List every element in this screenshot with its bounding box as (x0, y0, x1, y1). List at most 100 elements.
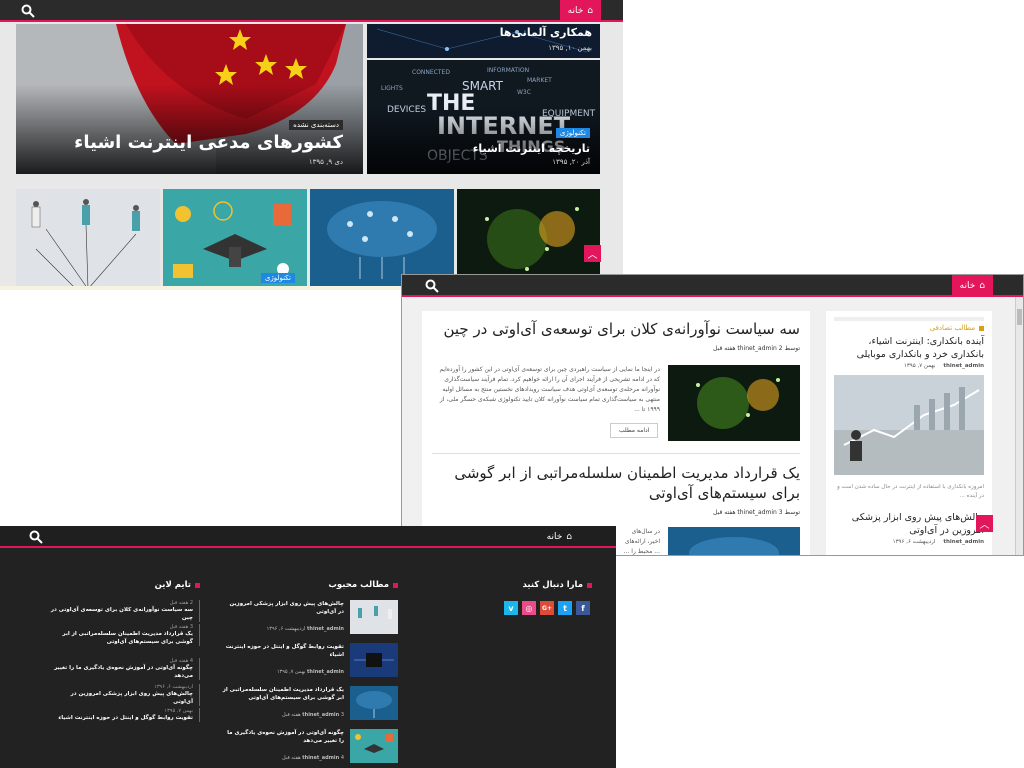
facebook-icon[interactable]: f (576, 601, 590, 615)
popular-post-image (350, 643, 398, 677)
scrollbar-thumb[interactable] (1017, 309, 1022, 325)
nav-home-label: خانه (567, 6, 584, 16)
follow-us-heading: مارا دنبال کنید (522, 580, 592, 590)
dribbble-icon[interactable]: ◎ (522, 601, 536, 615)
timeline-item[interactable]: بهمن ۷, ۱۳۹۵ تقویت روابط گوگل و اینتل در… (50, 708, 200, 722)
heading-square (195, 582, 200, 588)
thumb-category-badge[interactable]: تکنولوژی (260, 273, 295, 283)
sidebar-post-meta: thinet_admin اردیبهشت ۶, ۱۳۹۶ (892, 539, 984, 545)
vimeo-icon[interactable]: v (504, 601, 518, 615)
article-excerpt: در اینجا ما نمایی از سیاست راهبردی چین ب… (439, 366, 660, 413)
hero-bottom-right-post[interactable]: CONNECTED INFORMATION MARKET LIGHTS SMART W3… (367, 60, 600, 174)
timeline-heading: تایم لاین (155, 580, 200, 590)
search-icon[interactable] (20, 3, 36, 19)
nav-home-label: خانه (546, 532, 563, 542)
timeline-title[interactable]: تقویت روابط گوگل و اینتل در حوزه اینترنت… (50, 714, 193, 722)
top-nav-bar: ⌂ خانه (0, 526, 616, 548)
timeline-title[interactable]: سه سیاست نوآورانه‌ی کلان برای توسعه‌ی آی… (50, 606, 193, 622)
popular-post-item[interactable]: چگونه آی‌اوتی در آموزش نحوه‌ی یادگیری ما… (222, 729, 398, 763)
heading-square (393, 582, 398, 588)
article-excerpt: در سال‌های اخیر، ارائه‌های ... محیط را .… (623, 528, 660, 555)
scrollbar[interactable] (1015, 297, 1023, 555)
svg-text:W3C: W3C (517, 89, 531, 96)
hero-main-date: دی ۹, ۱۳۹۵ (308, 158, 343, 166)
popular-post-meta: thinet_admin بهمن ۷, ۱۳۹۵ (276, 669, 344, 675)
heading-square (979, 326, 984, 331)
popular-post-title[interactable]: یک قرارداد مدیریت اطمینان سلسله‌مراتبی ا… (222, 686, 344, 702)
popular-post-item[interactable]: یک قرارداد مدیریت اطمینان سلسله‌مراتبی ا… (222, 686, 398, 720)
timeline-title[interactable]: چالش‌های پیش روی ابزار پزشکی امروزین در … (50, 690, 193, 706)
timeline-item[interactable]: اردیبهشت ۶, ۱۳۹۶ چالش‌های پیش روی ابزار … (50, 684, 200, 706)
timeline-title[interactable]: چگونه آی‌اوتی در آموزش نحوه‌ی یادگیری ما… (50, 664, 193, 680)
nav-home-tab[interactable]: ⌂ خانه (539, 526, 580, 548)
article-thumbnail[interactable] (668, 365, 800, 441)
svg-text:INFORMATION: INFORMATION (487, 67, 529, 74)
popular-post-meta: thinet_admin اردیبهشت ۶, ۱۳۹۶ (266, 626, 344, 632)
home-icon: ⌂ (979, 281, 985, 291)
popular-post-title[interactable]: تقویت روابط گوگل و اینتل در حوزه اینترنت… (222, 643, 344, 659)
nav-home-tab[interactable]: ⌂ خانه (559, 0, 601, 22)
sidebar-heading: مطالب تصادفی (834, 317, 984, 332)
homepage-screenshot: ⌂ خانه دسته‌بندی نشده کشورهای مدعی اینتر… (0, 0, 623, 290)
thumb-education[interactable]: تکنولوژی (163, 189, 307, 289)
timeline-item[interactable]: 4 هفته قبل چگونه آی‌اوتی در آموزش نحوه‌ی… (50, 658, 200, 680)
sidebar-post-title[interactable]: آینده بانکداری: اینترنت اشیاء، بانکداری … (834, 335, 984, 361)
sidebar-post-title[interactable]: چالش‌های پیش روی ابزار پزشکی امروزین در … (834, 511, 984, 537)
popular-post-item[interactable]: چالش‌های پیش روی ابزار پزشکی امروزین در … (222, 600, 398, 634)
popular-post-title[interactable]: چالش‌های پیش روی ابزار پزشکی امروزین در … (222, 600, 344, 616)
banking-image (834, 375, 984, 475)
article-meta: توسط thinet_admin 2 هفته قبل (713, 345, 800, 352)
popular-post-image (350, 600, 398, 634)
search-icon[interactable] (424, 278, 440, 294)
cloud-image (668, 527, 800, 555)
popular-post-item[interactable]: تقویت روابط گوگل و اینتل در حوزه اینترنت… (222, 643, 398, 677)
doctors-image (16, 189, 160, 289)
article-title[interactable]: سه سیاست نوآورانه‌ی کلان برای توسعه‌ی آی… (430, 319, 800, 339)
network-lights-image (668, 365, 800, 441)
education-image (350, 729, 398, 763)
sidebar-post-meta: thinet_admin بهمن ۷, ۱۳۹۵ (903, 363, 984, 369)
timeline-item[interactable]: 3 هفته قبل یک قرارداد مدیریت اطمینان سلس… (50, 624, 200, 646)
popular-post-meta: thinet_admin 3 هفته قبل (282, 712, 344, 718)
cloud-image (350, 686, 398, 720)
nav-home-tab[interactable]: ⌂ خانه (951, 275, 993, 297)
timeline-title[interactable]: یک قرارداد مدیریت اطمینان سلسله‌مراتبی ا… (50, 630, 193, 646)
svg-text:LIGHTS: LIGHTS (381, 85, 403, 92)
popular-post-meta: thinet_admin 4 هفته قبل (282, 755, 344, 761)
sidebar-post-excerpt: امروزه بانکداری با استفاده از اینترنت در… (837, 484, 984, 499)
article-title[interactable]: یک قرارداد مدیریت اطمینان سلسله‌مراتبی ا… (430, 463, 800, 503)
article-list-screenshot: ⌂ خانه سه سیاست نوآورانه‌ی کلان برای توس… (401, 274, 1024, 556)
divider (432, 453, 800, 454)
google-plus-icon[interactable]: G+ (540, 601, 554, 615)
article-thumbnail[interactable] (668, 527, 800, 555)
hero-bottom-right-title[interactable]: تاریخچه اینترنت اشیاء (473, 142, 590, 155)
twitter-icon[interactable]: t (558, 601, 572, 615)
chip-image (350, 643, 398, 677)
article-meta: توسط thinet_admin 3 هفته قبل (713, 509, 800, 516)
random-posts-sidebar: مطالب تصادفی آینده بانکداری: اینترنت اشی… (826, 311, 992, 555)
hero-top-right-title[interactable]: همکاری آلمانی‌ها (500, 26, 592, 39)
hero-category-badge[interactable]: دسته‌بندی نشده (289, 120, 343, 130)
nav-home-label: خانه (959, 281, 976, 291)
read-more-button[interactable]: ادامه مطلب (610, 423, 659, 438)
hero-bottom-right-date: آذر ۲۰, ۱۳۹۵ (552, 158, 590, 166)
article-list: سه سیاست نوآورانه‌ی کلان برای توسعه‌ی آی… (422, 311, 810, 555)
timeline-item[interactable]: 2 هفته قبل سه سیاست نوآورانه‌ی کلان برای… (50, 600, 200, 622)
scroll-to-top-button[interactable]: ︿ (584, 245, 601, 262)
sidebar-post-image[interactable] (834, 375, 984, 475)
page-divider (0, 286, 401, 290)
svg-text:CONNECTED: CONNECTED (412, 69, 450, 76)
hero-category-badge[interactable]: تکنولوژی (555, 128, 590, 138)
scroll-to-top-button[interactable]: ︿ (976, 515, 993, 532)
popular-posts-heading: مطالب محبوب (328, 580, 398, 590)
thumb-doctors[interactable] (16, 189, 160, 289)
popular-post-title[interactable]: چگونه آی‌اوتی در آموزش نحوه‌ی یادگیری ما… (222, 729, 344, 745)
hero-top-right-date: بهمن ۱۰, ۱۳۹۵ (548, 44, 592, 52)
hero-main-title[interactable]: کشورهای مدعی اینترنت اشیاء (74, 132, 343, 153)
popular-post-image (350, 686, 398, 720)
hero-top-right-post[interactable]: همکاری آلمانی‌ها بهمن ۱۰, ۱۳۹۵ (367, 24, 600, 58)
popular-post-image (350, 729, 398, 763)
hero-main-post[interactable]: دسته‌بندی نشده کشورهای مدعی اینترنت اشیا… (16, 24, 363, 174)
home-icon: ⌂ (566, 532, 572, 542)
search-icon[interactable] (28, 529, 44, 545)
